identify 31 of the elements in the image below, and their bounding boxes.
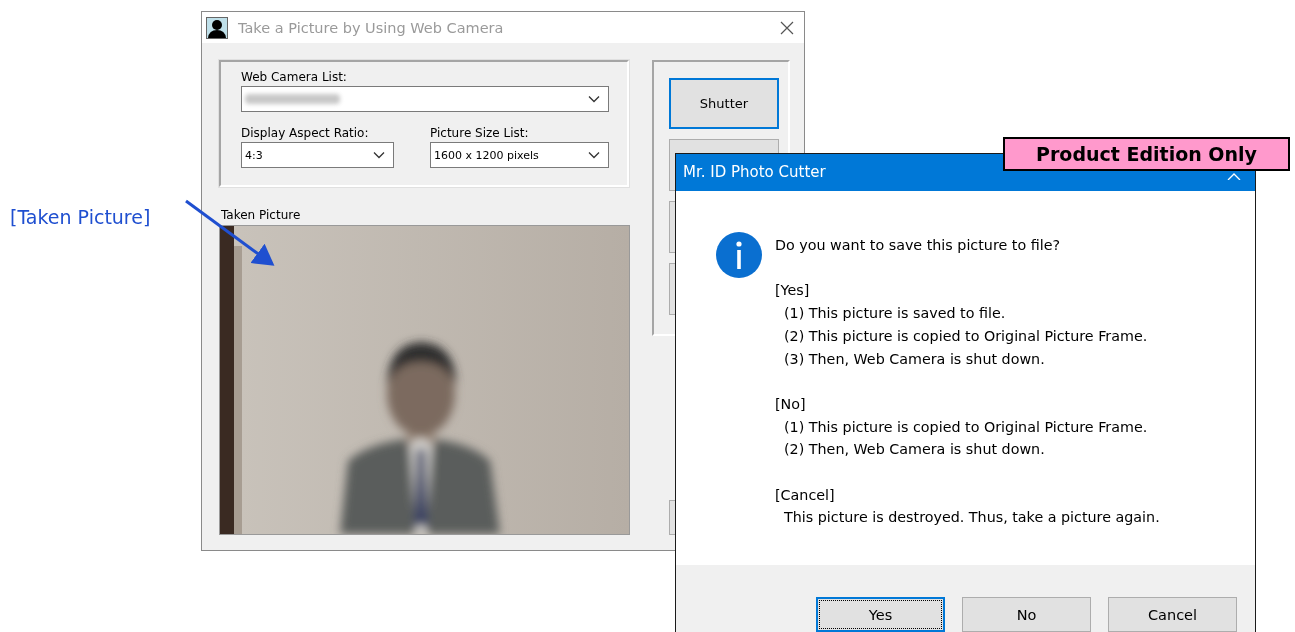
- dropdown[interactable]: 4:3: [241, 142, 394, 168]
- chevron-down-icon: [588, 151, 600, 159]
- shutter-button[interactable]: Shutter: [669, 78, 779, 129]
- field-label: Display Aspect Ratio:: [241, 126, 370, 140]
- dialog-button[interactable]: No: [962, 597, 1091, 632]
- edition-badge: Product Edition Only: [1003, 137, 1290, 171]
- close-icon[interactable]: [780, 20, 794, 35]
- field-label: Picture Size List:: [430, 126, 530, 140]
- message-question: Do you want to save this picture to file?: [775, 236, 1062, 255]
- message-line: (1) This picture is saved to file.: [783, 304, 1007, 324]
- person-icon: [206, 16, 228, 39]
- message-line: (1) This picture is copied to Original Picture Frame.: [783, 417, 1149, 437]
- section-label: Taken Picture: [221, 208, 302, 222]
- section-heading: [Yes]: [775, 281, 811, 301]
- chevron-down-icon: [588, 95, 600, 103]
- message-line: (2) This picture is copied to Original Picture Frame.: [783, 326, 1149, 346]
- message-line: (3) Then, Web Camera is shut down.: [783, 349, 1046, 369]
- chevron-down-icon: [373, 151, 385, 159]
- dropdown[interactable]: [241, 86, 609, 112]
- field-label: Web Camera List:: [241, 70, 348, 84]
- section-heading: [Cancel]: [775, 485, 836, 505]
- dialog-button[interactable]: Cancel: [1108, 597, 1237, 632]
- info-icon: [716, 232, 762, 278]
- dialog-title: Mr. ID Photo Cutter: [683, 163, 826, 181]
- window-title: Take a Picture by Using Web Camera: [238, 19, 505, 36]
- section-heading: [No]: [775, 394, 807, 414]
- message-line: (2) Then, Web Camera is shut down.: [783, 440, 1046, 460]
- dialog-button[interactable]: Yes: [816, 597, 945, 632]
- message-line: This picture is destroyed. Thus, take a picture again.: [783, 508, 1160, 528]
- dropdown[interactable]: 1600 x 1200 pixels: [430, 142, 609, 168]
- callout-label: [Taken Picture]: [10, 206, 151, 228]
